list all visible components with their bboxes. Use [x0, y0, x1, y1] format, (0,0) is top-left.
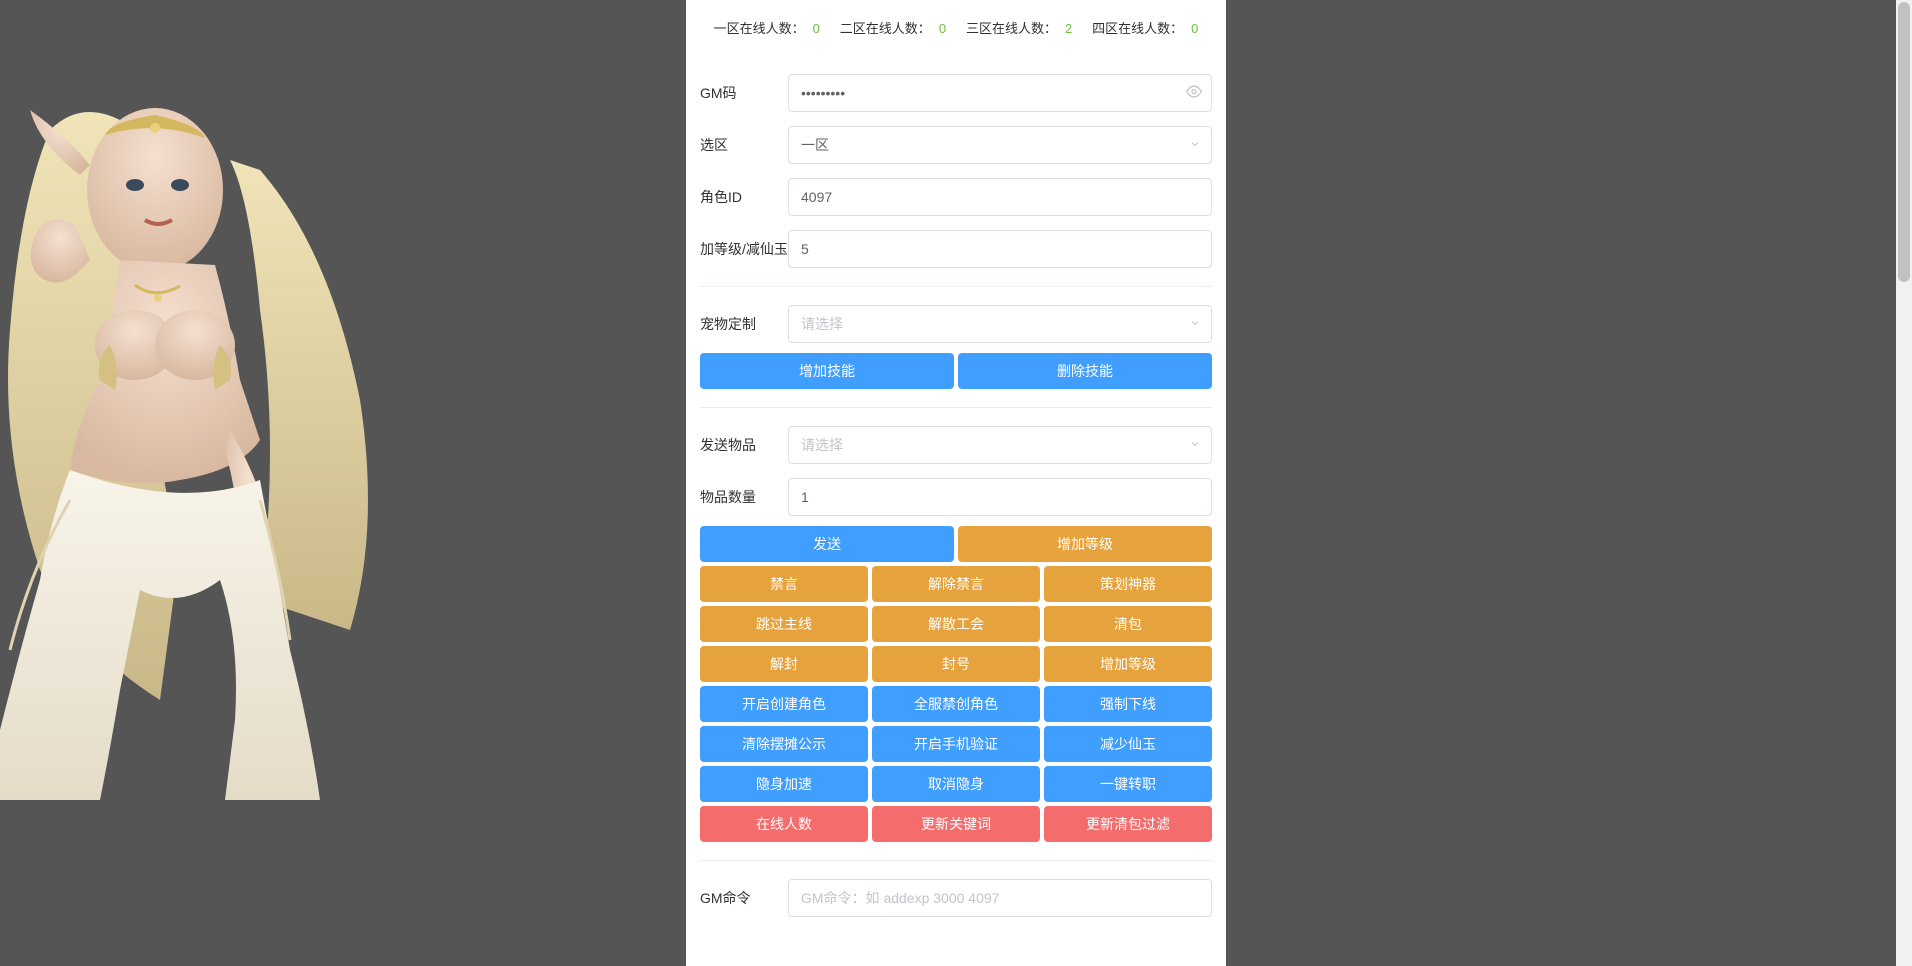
designer-artifact-button[interactable]: 策划神器: [1044, 566, 1212, 602]
online-count-button[interactable]: 在线人数: [700, 806, 868, 842]
divider: [700, 286, 1212, 287]
level-input[interactable]: [788, 230, 1212, 268]
role-id-input[interactable]: [788, 178, 1212, 216]
zone1-label: 一区在线人数：: [714, 21, 805, 36]
item-count-label: 物品数量: [700, 487, 788, 507]
zone-select[interactable]: 一区: [788, 126, 1212, 164]
cancel-stealth-button[interactable]: 取消隐身: [872, 766, 1040, 802]
send-button[interactable]: 发送: [700, 526, 954, 562]
add-skill-button[interactable]: 增加技能: [700, 353, 954, 389]
send-item-select[interactable]: 请选择: [788, 426, 1212, 464]
zone4-count: 0: [1191, 21, 1198, 36]
increase-level2-button[interactable]: 增加等级: [1044, 646, 1212, 682]
pet-custom-select[interactable]: 请选择: [788, 305, 1212, 343]
character-illustration: [0, 50, 400, 800]
zone3-label: 三区在线人数：: [966, 21, 1057, 36]
gm-code-label: GM码: [700, 83, 788, 103]
scrollbar-thumb[interactable]: [1898, 2, 1910, 282]
role-id-label: 角色ID: [700, 187, 788, 207]
clear-bag-button[interactable]: 清包: [1044, 606, 1212, 642]
disband-guild-button[interactable]: 解散工会: [872, 606, 1040, 642]
chevron-down-icon: [1189, 137, 1201, 153]
force-offline-button[interactable]: 强制下线: [1044, 686, 1212, 722]
one-key-transfer-button[interactable]: 一键转职: [1044, 766, 1212, 802]
delete-skill-button[interactable]: 删除技能: [958, 353, 1212, 389]
unban-button[interactable]: 解封: [700, 646, 868, 682]
level-label: 加等级/减仙玉: [700, 239, 788, 259]
chevron-down-icon: [1189, 316, 1201, 332]
enable-create-role-button[interactable]: 开启创建角色: [700, 686, 868, 722]
divider: [700, 860, 1212, 861]
increase-level-button[interactable]: 增加等级: [958, 526, 1212, 562]
ban-button[interactable]: 封号: [872, 646, 1040, 682]
gm-code-input[interactable]: [788, 74, 1212, 112]
zone2-count: 0: [939, 21, 946, 36]
eye-icon[interactable]: [1186, 84, 1202, 103]
zone2-label: 二区在线人数：: [840, 21, 931, 36]
mute-button[interactable]: 禁言: [700, 566, 868, 602]
send-item-label: 发送物品: [700, 435, 788, 455]
zone4-label: 四区在线人数：: [1092, 21, 1183, 36]
item-count-input[interactable]: [788, 478, 1212, 516]
enable-phone-verify-button[interactable]: 开启手机验证: [872, 726, 1040, 762]
pet-custom-label: 宠物定制: [700, 314, 788, 334]
update-keywords-button[interactable]: 更新关键词: [872, 806, 1040, 842]
disable-create-role-button[interactable]: 全服禁创角色: [872, 686, 1040, 722]
zone1-count: 0: [813, 21, 820, 36]
scrollbar-track[interactable]: [1896, 0, 1912, 966]
gm-cmd-input[interactable]: [788, 879, 1212, 917]
reduce-xianyu-button[interactable]: 减少仙玉: [1044, 726, 1212, 762]
update-clearbag-filter-button[interactable]: 更新清包过滤: [1044, 806, 1212, 842]
divider: [700, 407, 1212, 408]
stealth-speed-button[interactable]: 隐身加速: [700, 766, 868, 802]
skip-main-button[interactable]: 跳过主线: [700, 606, 868, 642]
chevron-down-icon: [1189, 437, 1201, 453]
zone-label: 选区: [700, 135, 788, 155]
clear-stall-notice-button[interactable]: 清除摆摊公示: [700, 726, 868, 762]
gm-cmd-label: GM命令: [700, 888, 788, 908]
online-stats-bar: 一区在线人数： 0 二区在线人数： 0 三区在线人数： 2 四区在线人数： 0: [686, 0, 1226, 56]
unmute-button[interactable]: 解除禁言: [872, 566, 1040, 602]
zone3-count: 2: [1065, 21, 1072, 36]
admin-panel: 一区在线人数：0 二区在线人数：0 三区在线人数：2 四区在线人数：0 GM码 …: [686, 0, 1226, 966]
